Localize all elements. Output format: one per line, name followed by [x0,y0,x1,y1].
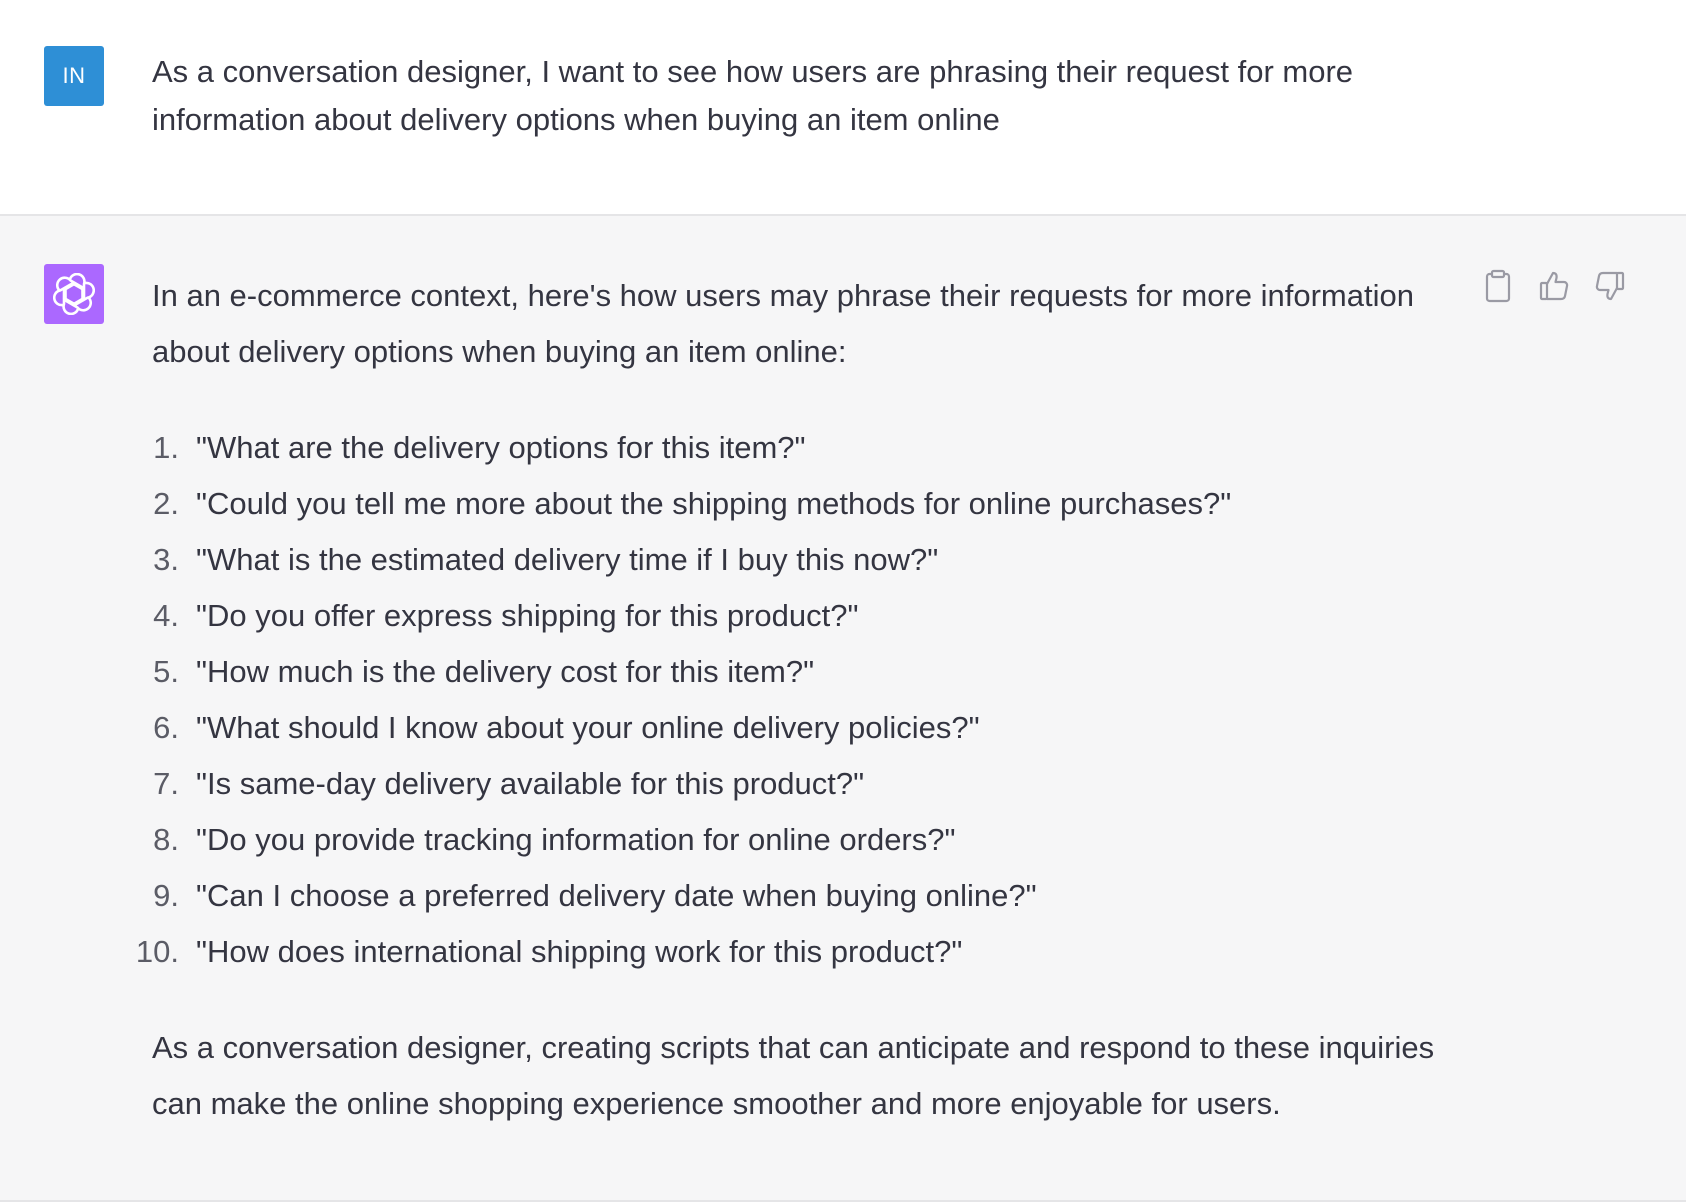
clipboard-icon [1485,269,1511,303]
list-item-text: "Can I choose a preferred delivery date … [196,878,1037,913]
list-item: 2. "Could you tell me more about the ship… [152,476,1452,532]
list-item: 10. "How does international shipping work… [136,924,1452,980]
list-item-text: "Do you provide tracking information for… [196,822,956,857]
user-message: IN As a conversation designer, I want to… [0,0,1686,216]
list-item: 9. "Can I choose a preferred delivery dat… [152,868,1452,924]
list-item: 6. "What should I know about your online … [152,700,1452,756]
list-item: 7. "Is same-day delivery available for th… [152,756,1452,812]
list-item-text: "How does international shipping work fo… [196,934,963,969]
user-message-text: As a conversation designer, I want to se… [152,54,1354,137]
assistant-avatar [44,264,104,324]
list-item-number: 9. [153,878,179,913]
list-item-text: "What are the delivery options for this … [196,430,806,465]
thumbs-up-button[interactable] [1536,268,1572,304]
thumbs-down-icon [1595,271,1625,301]
thumbs-down-button[interactable] [1592,268,1628,304]
list-item-text: "How much is the delivery cost for this … [196,654,815,689]
list-item: 1. "What are the delivery options for thi… [152,420,1452,476]
list-item-number: 4. [153,598,179,633]
list-item-number: 8. [153,822,179,857]
list-item-text: "Do you offer express shipping for this … [196,598,859,633]
thumbs-up-icon [1539,271,1569,301]
list-item-number: 6. [153,710,179,745]
list-item-number: 7. [153,766,179,801]
list-item-number: 3. [153,542,179,577]
list-item-text: "What is the estimated delivery time if … [196,542,939,577]
assistant-message-body: In an e-commerce context, here's how use… [136,268,1452,1132]
list-item-number: 1. [153,430,179,465]
assistant-message: In an e-commerce context, here's how use… [0,216,1686,1202]
list-item: 4. "Do you offer express shipping for thi… [152,588,1452,644]
list-item-text: "Could you tell me more about the shippi… [196,486,1232,521]
list-item-number: 10. [135,934,179,969]
list-item: 3. "What is the estimated delivery time i… [152,532,1452,588]
answer-list: 1. "What are the delivery options for thi… [136,420,1452,980]
list-item: 5. "How much is the delivery cost for thi… [152,644,1452,700]
assistant-outro: As a conversation designer, creating scr… [152,1030,1435,1121]
copy-button[interactable] [1480,268,1516,304]
user-avatar: IN [44,46,104,106]
list-item: 8. "Do you provide tracking information f… [152,812,1452,868]
assistant-intro: In an e-commerce context, here's how use… [152,278,1414,369]
openai-logo-icon [53,273,95,315]
list-item-number: 2. [153,486,179,521]
list-item-number: 5. [153,654,179,689]
message-actions [1480,268,1628,304]
list-item-text: "What should I know about your online de… [196,710,980,745]
user-avatar-initials: IN [62,63,86,88]
list-item-text: "Is same-day delivery available for this… [196,766,865,801]
